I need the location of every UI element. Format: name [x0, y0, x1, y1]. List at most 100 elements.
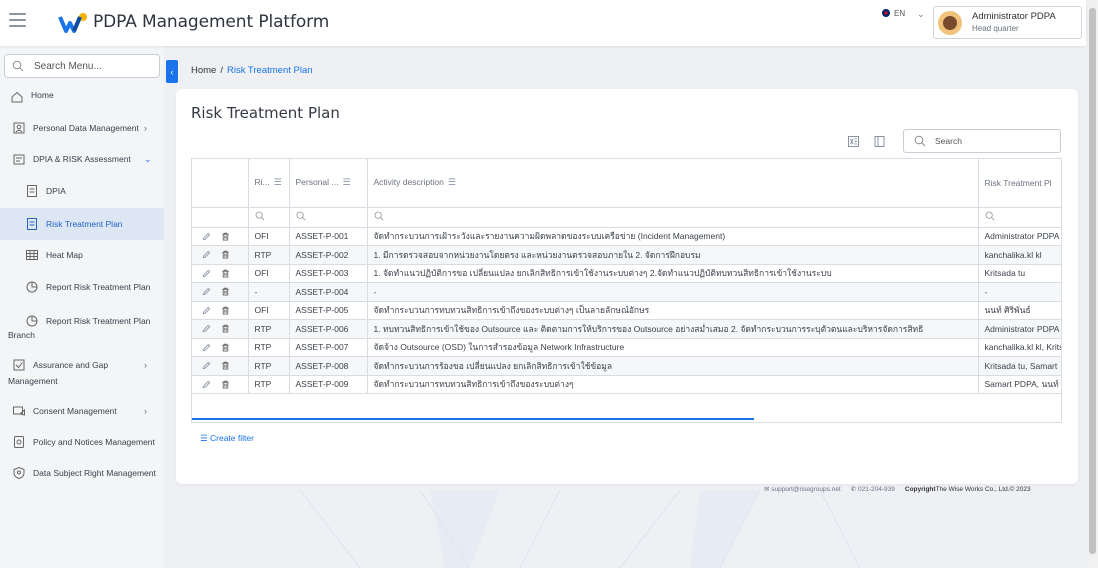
sidebar-item-dpia-risk[interactable]: DPIA & RISK Assessment ⌄	[0, 152, 164, 170]
sidebar-item-personal-data[interactable]: Personal Data Management ›	[0, 121, 164, 139]
edit-icon[interactable]	[202, 343, 211, 352]
filter-cell-activity[interactable]	[367, 207, 979, 228]
column-chooser-icon[interactable]	[874, 136, 885, 147]
search-icon	[255, 211, 264, 221]
policy-icon	[14, 436, 24, 448]
filter-cell-rtp-owner[interactable]	[978, 207, 1061, 228]
cell-risk-type: RTP	[248, 338, 290, 357]
cell-rtp-owner: Kritsada tu	[978, 264, 1061, 283]
table-search-input[interactable]: Search	[903, 129, 1061, 153]
table-row[interactable]: RTP ASSET-P-008 จัดทำกระบวนการร้องขอ เปลี่…	[192, 356, 1061, 376]
cell-activity-description: จัดทำกระบวนการทบทวนสิทธิการเข้าถึงของระบ…	[367, 301, 979, 320]
sidebar-item-dpia[interactable]: DPIA	[0, 184, 164, 202]
edit-icon[interactable]	[202, 269, 211, 278]
sidebar-collapse-button[interactable]: ‹	[166, 60, 178, 83]
row-actions	[192, 245, 249, 265]
delete-icon[interactable]	[221, 361, 230, 370]
column-header-label: Risk Treatment Pl	[984, 177, 1052, 188]
cell-risk-type: -	[248, 282, 290, 302]
cell-rtp-owner: Kritsada tu, Samart	[978, 356, 1061, 376]
sidebar-item-heat-map[interactable]: Heat Map	[0, 248, 164, 266]
edit-icon[interactable]	[202, 361, 211, 370]
row-actions	[192, 338, 249, 357]
breadcrumb: Home / Risk Treatment Plan	[191, 65, 313, 76]
edit-icon[interactable]	[202, 232, 211, 241]
page-scrollbar[interactable]	[1087, 0, 1098, 568]
search-icon	[296, 211, 305, 221]
sidebar-item-risk-treatment-plan[interactable]: Risk Treatment Plan	[0, 208, 164, 240]
row-actions	[192, 356, 249, 376]
sidebar-item-label: Report Risk Treatment Plan	[46, 316, 151, 326]
edit-icon[interactable]	[202, 380, 211, 389]
sidebar-item-label-line2: Management	[8, 376, 58, 386]
create-filter-button[interactable]: ☰ Create filter	[200, 433, 254, 444]
hamburger-menu-icon[interactable]	[9, 13, 26, 27]
cell-asset: ASSET-P-004	[289, 282, 368, 302]
edit-icon[interactable]	[202, 250, 211, 259]
cell-activity-description: จัดทำกระบวนการทบทวนสิทธิการเข้าถึงของระบ…	[367, 375, 979, 394]
delete-icon[interactable]	[221, 287, 230, 296]
cell-activity-description: จัดจ้าง Outsource (OSD) ในการสำรองข้อมูล…	[367, 338, 979, 357]
row-actions	[192, 282, 249, 302]
delete-icon[interactable]	[221, 232, 230, 241]
sidebar-item-label: DPIA	[46, 186, 66, 196]
column-menu-icon[interactable]: ☰	[274, 177, 282, 188]
delete-icon[interactable]	[221, 380, 230, 389]
delete-icon[interactable]	[221, 324, 230, 333]
sidebar-item-dsr[interactable]: Data Subject Right Management	[0, 466, 164, 484]
table-row[interactable]: OFI ASSET-P-001 จัดทำกระบวนการเฝ้าระวังและ…	[192, 227, 1061, 246]
footer-email[interactable]: ✉ support@risegroups.net	[764, 485, 841, 493]
column-menu-icon[interactable]: ☰	[448, 177, 456, 188]
sidebar-item-consent[interactable]: Consent Management ›	[0, 404, 164, 422]
cell-asset: ASSET-P-007	[289, 338, 368, 357]
edit-icon[interactable]	[202, 324, 211, 333]
sidebar-item-policy-notices[interactable]: Policy and Notices Management	[0, 435, 164, 453]
table-row[interactable]: RTP ASSET-P-009 จัดทำกระบวนการทบทวนสิทธิกา…	[192, 375, 1061, 394]
delete-icon[interactable]	[221, 250, 230, 259]
uk-flag-icon	[881, 8, 891, 18]
edit-icon[interactable]	[202, 287, 211, 296]
sidebar-item-report-rtp[interactable]: Report Risk Treatment Plan	[0, 280, 164, 298]
column-header-actions	[192, 159, 249, 208]
cell-asset: ASSET-P-001	[289, 227, 368, 246]
search-icon	[985, 211, 994, 221]
edit-icon[interactable]	[202, 306, 211, 315]
search-icon	[374, 211, 383, 221]
chevron-down-icon[interactable]: ⌄	[917, 9, 925, 20]
user-profile-button[interactable]: Administrator PDPA Head quarter	[933, 6, 1082, 39]
column-header-label: Activity description	[373, 177, 444, 188]
search-menu-input[interactable]: Search Menu...	[4, 54, 160, 78]
cell-asset: ASSET-P-009	[289, 375, 368, 394]
filter-cell-risk-type[interactable]	[248, 207, 290, 228]
delete-icon[interactable]	[221, 269, 230, 278]
horizontal-scrollbar[interactable]	[192, 418, 754, 420]
breadcrumb-separator: /	[220, 65, 223, 76]
column-header-risk-type[interactable]: Ri... ☰	[248, 159, 290, 208]
column-menu-icon[interactable]: ☰	[343, 177, 351, 188]
column-header-rtp-owner[interactable]: Risk Treatment Pl	[978, 159, 1061, 208]
excel-export-icon[interactable]	[848, 136, 859, 147]
column-header-personal[interactable]: Personal ... ☰	[289, 159, 368, 208]
table-row[interactable]: - ASSET-P-004- -	[192, 282, 1061, 302]
sidebar-item-label: Home	[31, 90, 54, 100]
cell-activity-description: จัดทำกระบวนการร้องขอ เปลี่ยนแปลง ยกเลิกส…	[367, 356, 979, 376]
table-row[interactable]: OFI ASSET-P-003 1. จัดทำแนวปฏิบัติการขอ เป…	[192, 264, 1061, 283]
filter-cell-personal[interactable]	[289, 207, 368, 228]
avatar	[938, 10, 962, 35]
language-selector[interactable]: EN	[881, 8, 905, 18]
sidebar-item-home[interactable]: Home	[0, 90, 164, 108]
column-header-label: Ri...	[254, 177, 270, 188]
delete-icon[interactable]	[221, 306, 230, 315]
document-icon	[27, 218, 37, 230]
table-row[interactable]: OFI ASSET-P-005 จัดทำกระบวนการทบทวนสิทธิกา…	[192, 301, 1061, 320]
main-card: Risk Treatment Plan Search Ri... ☰ Person…	[176, 89, 1078, 484]
column-header-activity[interactable]: Activity description ☰	[367, 159, 979, 208]
table-row[interactable]: RTP ASSET-P-002 1. มีการตรวจสอบจากหน่วยงาน…	[192, 245, 1061, 265]
table-row[interactable]: RTP ASSET-P-007 จัดจ้าง Outsource (OSD) ใน…	[192, 338, 1061, 357]
scrollbar-thumb[interactable]	[1089, 8, 1096, 554]
breadcrumb-home-link[interactable]: Home	[191, 65, 216, 76]
table-row[interactable]: RTP ASSET-P-006 1. ทบทวนสิทธิการเข้าใช้ของ…	[192, 319, 1061, 339]
column-header-label: Personal ...	[295, 177, 339, 188]
delete-icon[interactable]	[221, 343, 230, 352]
footer-email-text: support@risegroups.net	[771, 486, 841, 493]
